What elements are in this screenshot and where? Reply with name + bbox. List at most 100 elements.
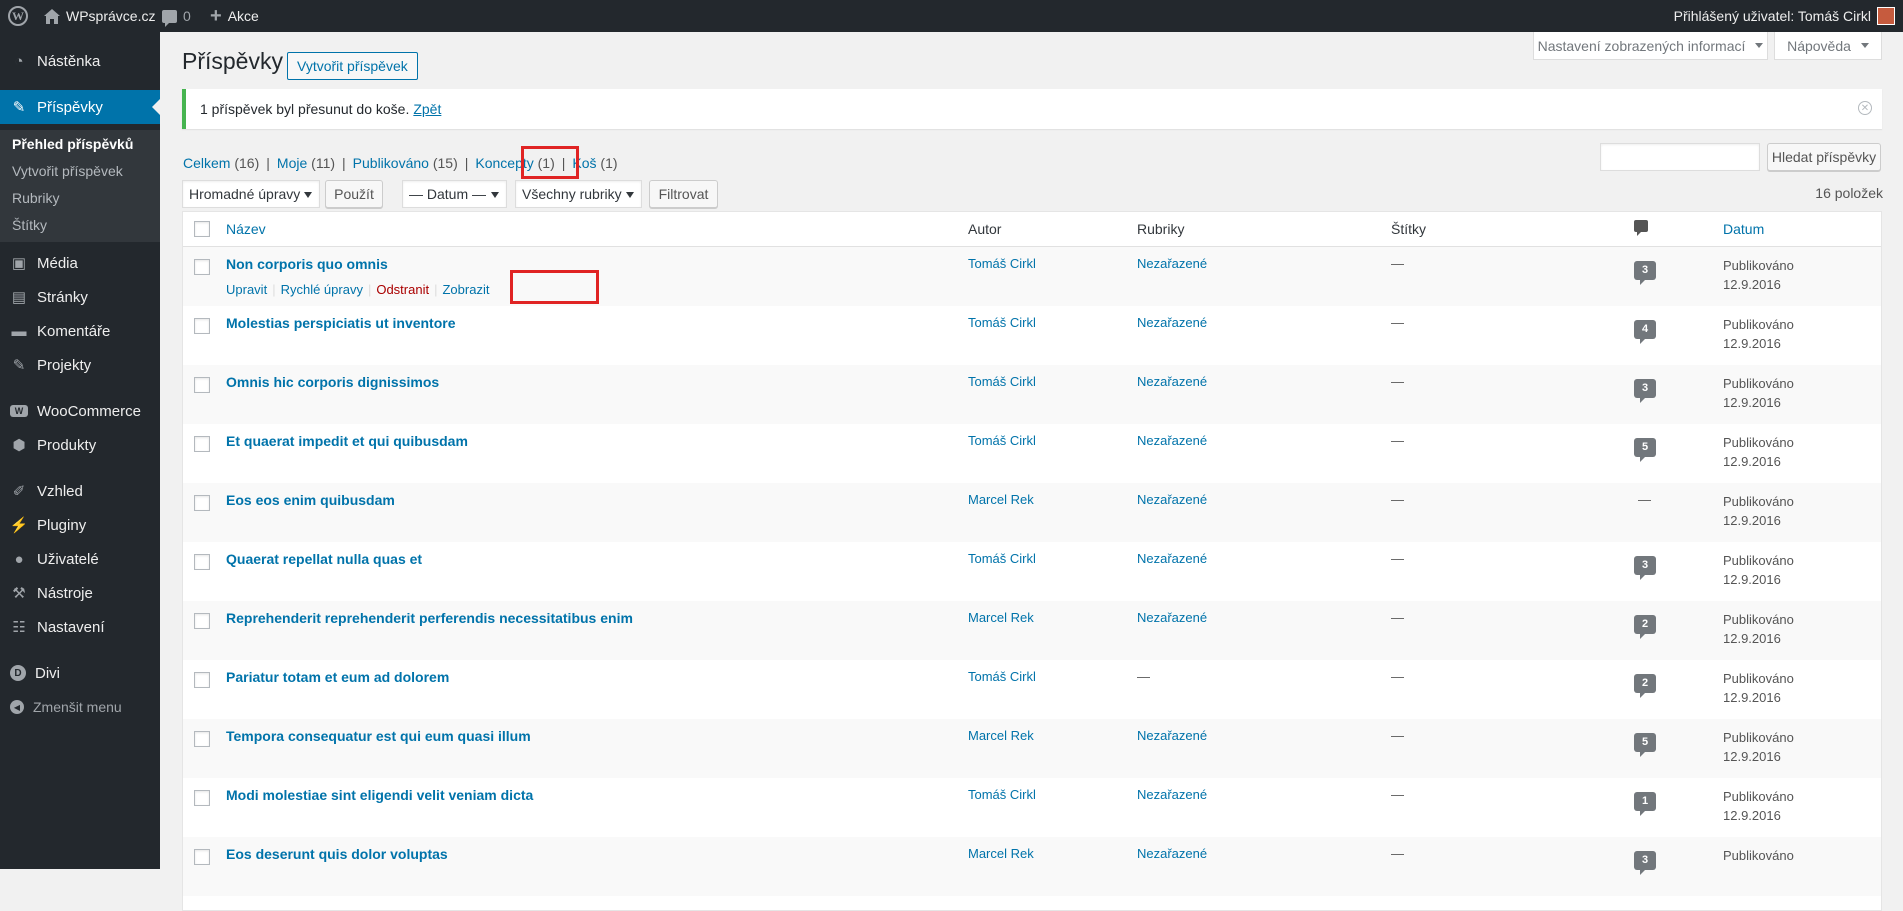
row-checkbox[interactable] — [194, 613, 210, 629]
view-trash[interactable]: Koš (1) — [572, 155, 617, 171]
post-title-link[interactable]: Molestias perspiciatis ut inventore — [226, 315, 456, 331]
post-title-link[interactable]: Modi molestiae sint eligendi velit venia… — [226, 787, 533, 803]
menu-item-media[interactable]: ▣ Média — [0, 246, 160, 280]
submenu-all-posts[interactable]: Přehled příspěvků — [12, 136, 133, 152]
post-title-link[interactable]: Non corporis quo omnis — [226, 256, 388, 272]
post-author-link[interactable]: Tomáš Cirkl — [968, 433, 1036, 448]
column-date[interactable]: Datum — [1723, 221, 1764, 237]
comment-count-bubble[interactable]: 2 — [1634, 615, 1656, 639]
post-author-link[interactable]: Tomáš Cirkl — [968, 315, 1036, 330]
post-author-link[interactable]: Tomáš Cirkl — [968, 787, 1036, 802]
post-category[interactable]: Nezařazené — [1137, 846, 1207, 861]
view-mine[interactable]: Moje (11) — [277, 155, 335, 171]
post-title-link[interactable]: Omnis hic corporis dignissimos — [226, 374, 439, 390]
post-title-link[interactable]: Reprehenderit reprehenderit perferendis … — [226, 610, 633, 626]
post-author-link[interactable]: Tomáš Cirkl — [968, 551, 1036, 566]
wordpress-logo-icon[interactable]: W — [6, 0, 30, 32]
post-category[interactable]: Nezařazené — [1137, 374, 1207, 389]
post-category[interactable]: Nezařazené — [1137, 728, 1207, 743]
add-new-post-button[interactable]: Vytvořit příspěvek — [287, 52, 418, 80]
row-checkbox[interactable] — [194, 790, 210, 806]
row-checkbox[interactable] — [194, 495, 210, 511]
post-author-link[interactable]: Marcel Rek — [968, 728, 1034, 743]
post-category[interactable]: Nezařazené — [1137, 787, 1207, 802]
new-content-menu[interactable]: + Akce — [210, 0, 259, 32]
submenu-categories[interactable]: Rubriky — [12, 190, 59, 206]
comment-count-bubble[interactable]: 3 — [1634, 556, 1656, 580]
row-checkbox[interactable] — [194, 849, 210, 865]
comment-count-bubble[interactable]: 5 — [1634, 438, 1656, 462]
post-category[interactable]: Nezařazené — [1137, 492, 1207, 507]
view-link[interactable]: Zobrazit — [442, 282, 489, 297]
screen-options-toggle[interactable]: Nastavení zobrazených informací — [1533, 32, 1768, 60]
bulk-actions-select[interactable]: Hromadné úpravy — [182, 180, 320, 208]
post-category[interactable]: Nezařazené — [1137, 610, 1207, 625]
search-posts-button[interactable]: Hledat příspěvky — [1767, 143, 1881, 171]
comment-count-bubble[interactable]: 3 — [1634, 379, 1656, 403]
view-drafts[interactable]: Koncepty (1) — [475, 155, 554, 171]
post-title-link[interactable]: Quaerat repellat nulla quas et — [226, 551, 422, 567]
post-author-link[interactable]: Marcel Rek — [968, 846, 1034, 861]
menu-item-settings[interactable]: ☷ Nastavení — [0, 610, 160, 644]
menu-item-plugins[interactable]: ⚡ Pluginy — [0, 508, 160, 542]
menu-item-comments[interactable]: ▬ Komentáře — [0, 314, 160, 348]
quick-edit-link[interactable]: Rychlé úpravy — [281, 282, 363, 297]
menu-item-divi[interactable]: D Divi — [0, 656, 160, 690]
menu-item-pages[interactable]: ▤ Stránky — [0, 280, 160, 314]
post-title-link[interactable]: Tempora consequatur est qui eum quasi il… — [226, 728, 531, 744]
my-account-menu[interactable]: Přihlášený uživatel: Tomáš Cirkl — [1674, 0, 1895, 32]
collapse-menu-button[interactable]: ◀ Zmenšit menu — [0, 690, 160, 724]
apply-bulk-button[interactable]: Použít — [325, 180, 383, 208]
post-author-link[interactable]: Marcel Rek — [968, 610, 1034, 625]
post-author-link[interactable]: Marcel Rek — [968, 492, 1034, 507]
select-all-checkbox[interactable] — [194, 221, 210, 237]
post-author-link[interactable]: Tomáš Cirkl — [968, 669, 1036, 684]
view-published[interactable]: Publikováno (15) — [353, 155, 458, 171]
menu-item-projects[interactable]: ✎ Projekty — [0, 348, 160, 382]
menu-item-posts[interactable]: ✎ Příspěvky — [0, 90, 160, 124]
post-author-link[interactable]: Tomáš Cirkl — [968, 256, 1036, 271]
post-author-link[interactable]: Tomáš Cirkl — [968, 374, 1036, 389]
post-title-link[interactable]: Pariatur totam et eum ad dolorem — [226, 669, 449, 685]
comment-count-bubble[interactable]: 1 — [1634, 792, 1656, 816]
edit-link[interactable]: Upravit — [226, 282, 267, 297]
menu-item-tools[interactable]: ⚒ Nástroje — [0, 576, 160, 610]
view-all[interactable]: Celkem (16) — [183, 155, 259, 171]
post-category[interactable]: Nezařazené — [1137, 315, 1207, 330]
post-title-link[interactable]: Et quaerat impedit et qui quibusdam — [226, 433, 468, 449]
row-checkbox[interactable] — [194, 672, 210, 688]
help-toggle[interactable]: Nápověda — [1774, 32, 1882, 60]
post-search-input[interactable] — [1600, 143, 1760, 171]
menu-item-dashboard[interactable]: ◔ Nástěnka — [0, 44, 160, 78]
comment-count-bubble[interactable]: 3 — [1634, 261, 1656, 285]
comment-count-bubble[interactable]: 4 — [1634, 320, 1656, 344]
category-filter-select[interactable]: Všechny rubriky — [515, 180, 642, 208]
comments-column-icon[interactable] — [1634, 220, 1648, 236]
comment-count-bubble[interactable]: 3 — [1634, 851, 1656, 875]
menu-item-appearance[interactable]: ✐ Vzhled — [0, 474, 160, 508]
comments-link[interactable]: 0 — [162, 0, 191, 32]
menu-item-woocommerce[interactable]: W WooCommerce — [0, 394, 160, 428]
post-category[interactable]: Nezařazené — [1137, 256, 1207, 271]
undo-link[interactable]: Zpět — [413, 101, 441, 117]
row-checkbox[interactable] — [194, 554, 210, 570]
menu-item-products[interactable]: ⬢ Produkty — [0, 428, 160, 462]
row-checkbox[interactable] — [194, 259, 210, 275]
filter-button[interactable]: Filtrovat — [649, 180, 718, 208]
post-title-link[interactable]: Eos deserunt quis dolor voluptas — [226, 846, 448, 862]
post-title-link[interactable]: Eos eos enim quibusdam — [226, 492, 395, 508]
comment-count-bubble[interactable]: 2 — [1634, 674, 1656, 698]
site-name-link[interactable]: WPsprávce.cz — [44, 0, 155, 32]
row-checkbox[interactable] — [194, 731, 210, 747]
comment-count-bubble[interactable]: 5 — [1634, 733, 1656, 757]
post-category[interactable]: Nezařazené — [1137, 433, 1207, 448]
trash-link[interactable]: Odstranit — [376, 282, 429, 297]
row-checkbox[interactable] — [194, 436, 210, 452]
submenu-tags[interactable]: Štítky — [12, 217, 47, 233]
row-checkbox[interactable] — [194, 377, 210, 393]
post-category[interactable]: Nezařazené — [1137, 551, 1207, 566]
date-filter-select[interactable]: — Datum — — [402, 180, 507, 208]
menu-item-users[interactable]: ● Uživatelé — [0, 542, 160, 576]
column-title[interactable]: Název — [226, 221, 266, 237]
dismiss-icon[interactable]: ✕ — [1858, 101, 1872, 115]
